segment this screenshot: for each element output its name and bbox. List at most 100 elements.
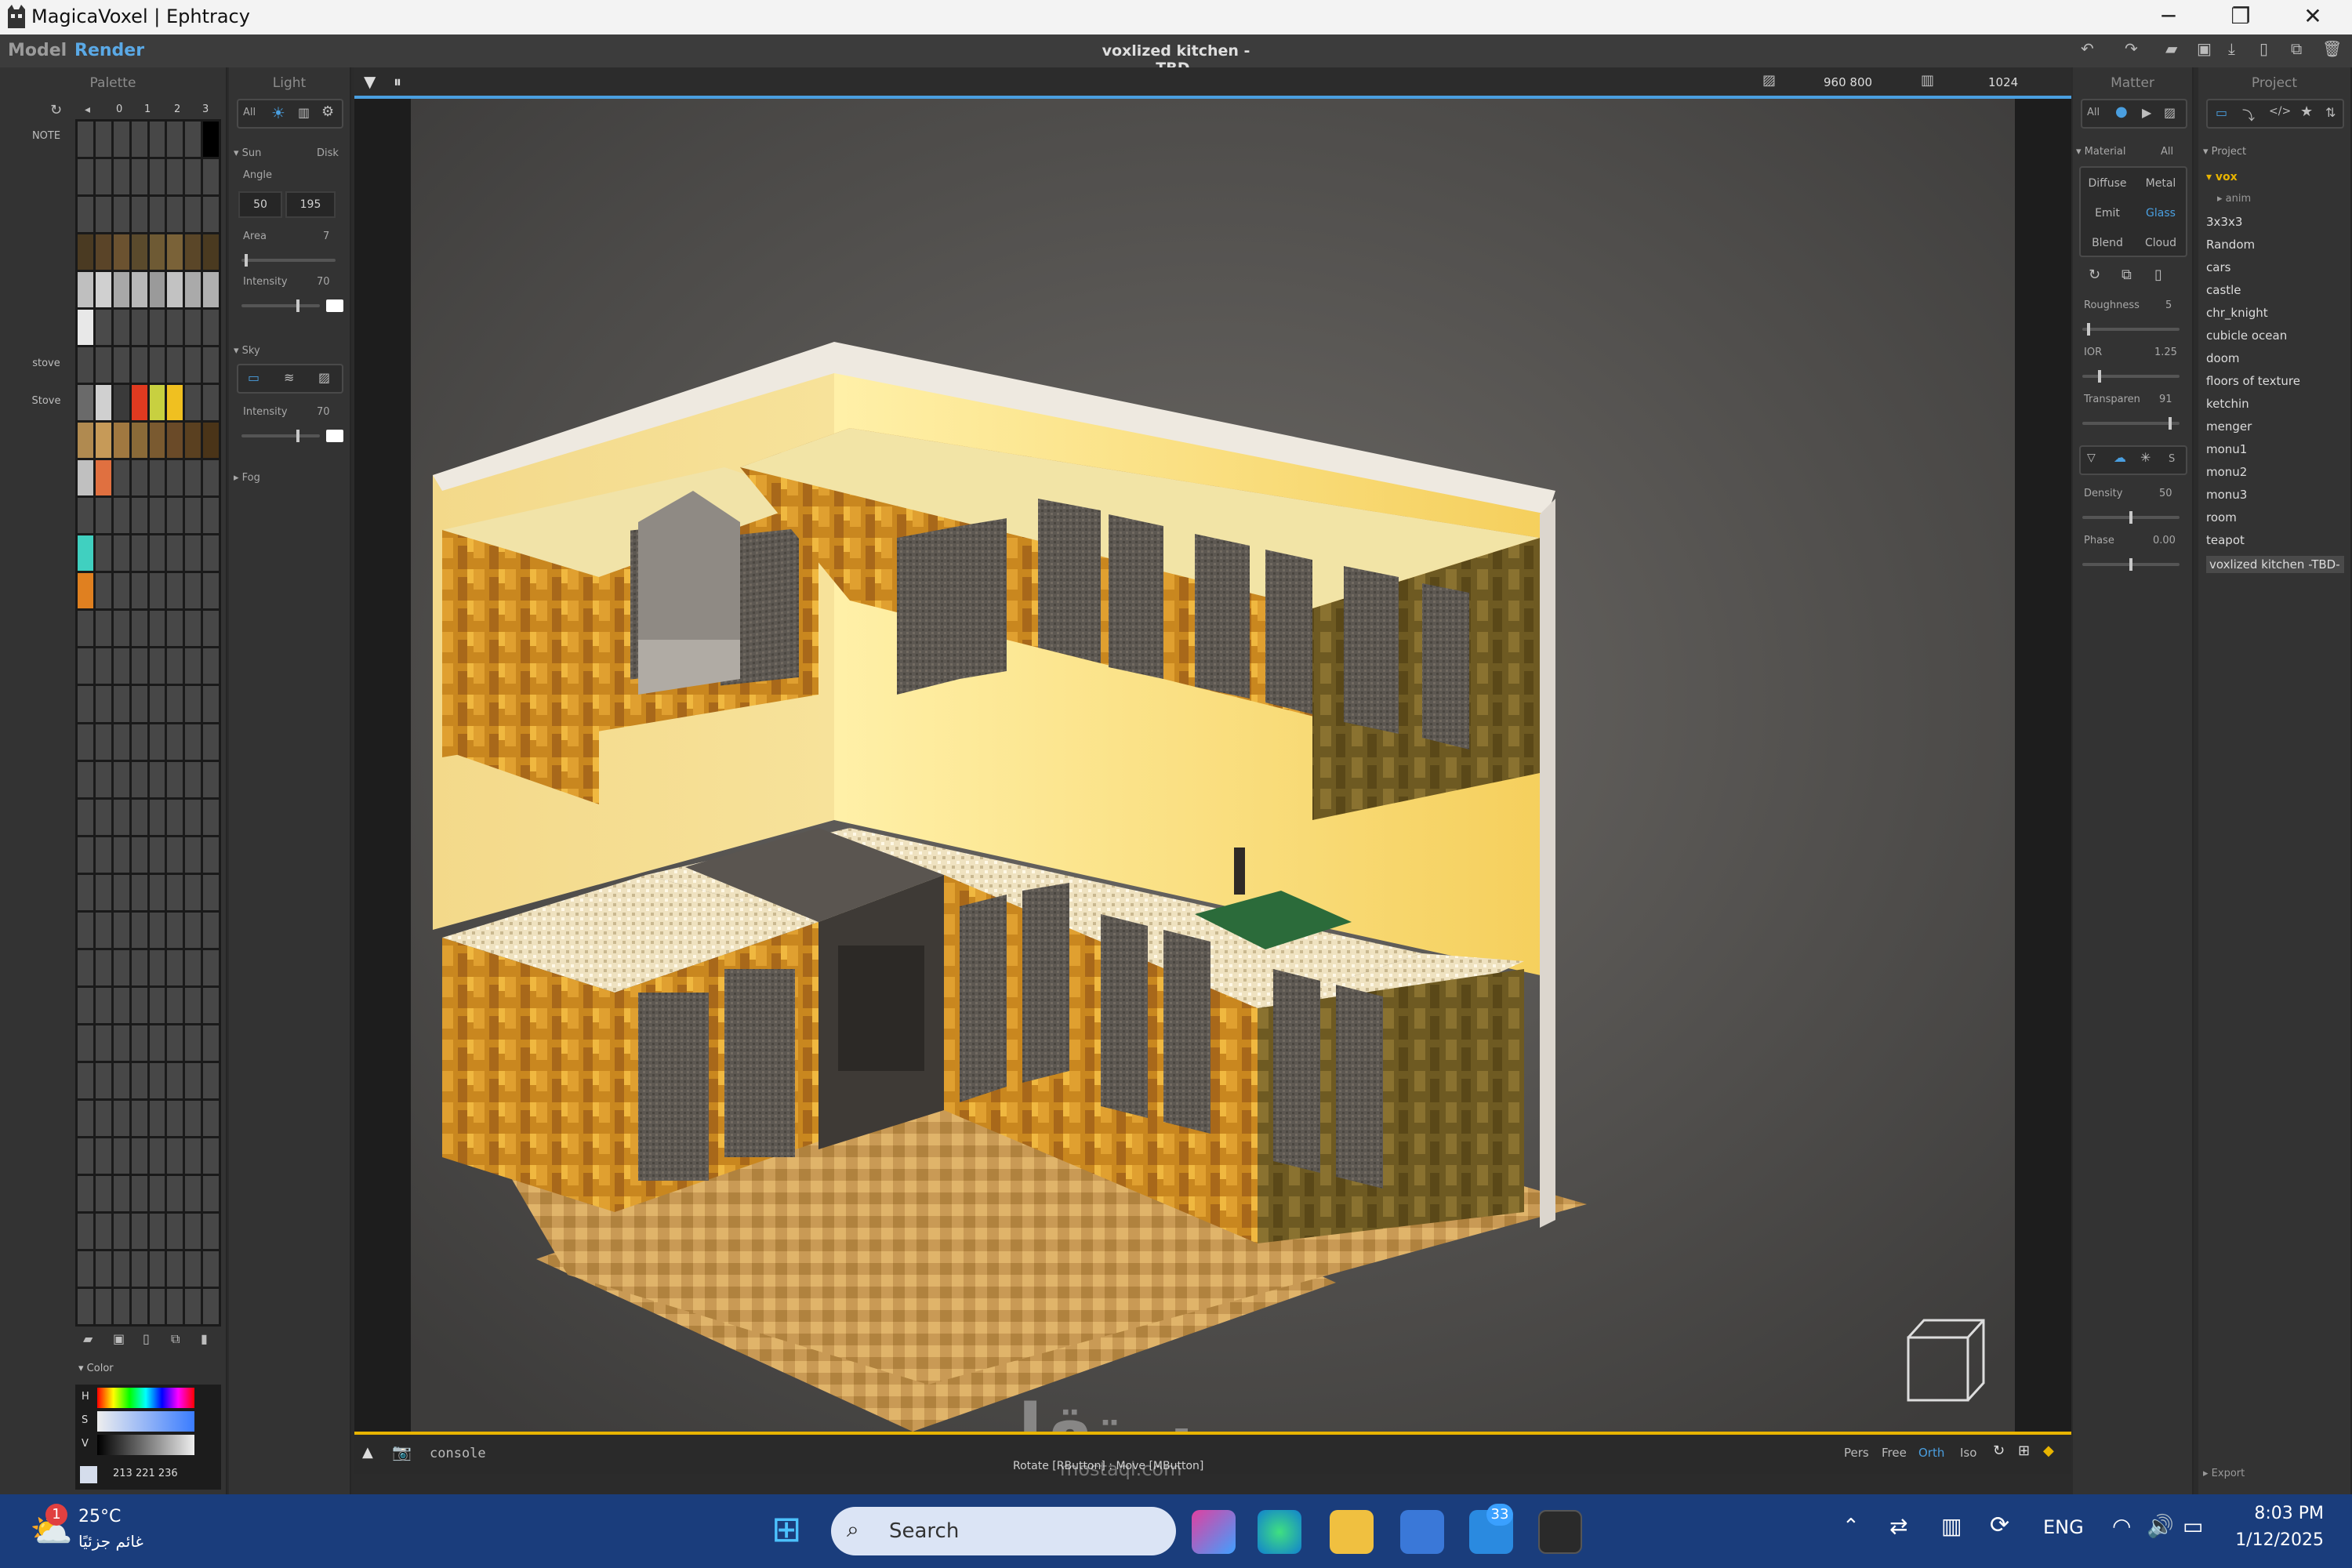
- samples-histogram-icon[interactable]: ▥: [1921, 72, 1934, 89]
- project-file-item[interactable]: monu3: [2206, 488, 2247, 502]
- palette-color-cell[interactable]: [185, 498, 201, 534]
- palette-color-cell[interactable]: [149, 573, 165, 609]
- palette-color-cell[interactable]: [203, 1062, 219, 1098]
- palette-color-cell[interactable]: [149, 122, 165, 158]
- palette-color-cell[interactable]: [203, 1288, 219, 1324]
- material-metal[interactable]: Metal: [2136, 177, 2186, 190]
- hue-slider[interactable]: [97, 1388, 194, 1408]
- density-slider[interactable]: [2082, 511, 2180, 524]
- render-mode-tab[interactable]: Render: [74, 41, 144, 60]
- palette-color-cell[interactable]: [149, 1138, 165, 1174]
- material-all[interactable]: All: [2161, 146, 2173, 158]
- palette-color-cell[interactable]: [149, 1175, 165, 1211]
- palette-color-cell[interactable]: [149, 761, 165, 797]
- palette-color-cell[interactable]: [95, 1025, 111, 1061]
- palette-color-cell[interactable]: [185, 837, 201, 873]
- palette-color-cell[interactable]: [167, 460, 183, 496]
- file-explorer-icon[interactable]: [1330, 1510, 1374, 1554]
- palette-color-cell[interactable]: [131, 197, 147, 233]
- palette-color-cell[interactable]: [78, 272, 93, 308]
- palette-color-cell[interactable]: [185, 1250, 201, 1287]
- magicavoxel-taskbar-icon[interactable]: [1538, 1510, 1582, 1554]
- code-icon[interactable]: </>: [2269, 105, 2291, 118]
- project-file-item[interactable]: menger: [2206, 419, 2252, 434]
- palette-color-cell[interactable]: [167, 1175, 183, 1211]
- palette-color-grid[interactable]: [75, 119, 221, 1327]
- project-file-item[interactable]: doom: [2206, 351, 2240, 365]
- palette-color-cell[interactable]: [131, 1138, 147, 1174]
- palette-color-cell[interactable]: [149, 912, 165, 948]
- palette-color-cell[interactable]: [78, 1175, 93, 1211]
- palette-color-cell[interactable]: [185, 197, 201, 233]
- palette-color-cell[interactable]: [131, 498, 147, 534]
- palette-color-cell[interactable]: [78, 761, 93, 797]
- palette-color-cell[interactable]: [78, 648, 93, 684]
- palette-color-cell[interactable]: [167, 686, 183, 722]
- palette-color-cell[interactable]: [203, 573, 219, 609]
- palette-color-cell[interactable]: [131, 1288, 147, 1324]
- palette-color-cell[interactable]: [78, 949, 93, 985]
- palette-color-cell[interactable]: [113, 799, 129, 835]
- palette-color-cell[interactable]: [203, 912, 219, 948]
- palette-color-cell[interactable]: [78, 799, 93, 835]
- tray-settings-icon[interactable]: ⇄: [1889, 1513, 1907, 1539]
- gear-icon[interactable]: ⚙: [321, 103, 334, 120]
- palette-color-cell[interactable]: [78, 1062, 93, 1098]
- camera-free[interactable]: Free: [1882, 1446, 1907, 1460]
- palette-color-cell[interactable]: [149, 197, 165, 233]
- project-section[interactable]: ▾ Project: [2203, 146, 2246, 158]
- palette-color-cell[interactable]: [203, 272, 219, 308]
- intensity-value[interactable]: 70: [317, 276, 330, 288]
- wifi-icon[interactable]: ◠: [2112, 1513, 2131, 1539]
- palette-color-cell[interactable]: [95, 573, 111, 609]
- copy-file-icon[interactable]: ⧉: [2291, 39, 2302, 58]
- palette-color-cell[interactable]: [113, 460, 129, 496]
- clock-time[interactable]: 8:03 PM: [2233, 1504, 2324, 1523]
- palette-col-2[interactable]: 2: [174, 103, 180, 115]
- palette-color-cell[interactable]: [78, 535, 93, 572]
- folder-icon[interactable]: ▭: [2216, 105, 2227, 120]
- battery-icon[interactable]: ▭: [2183, 1513, 2203, 1539]
- palette-color-cell[interactable]: [78, 573, 93, 609]
- palette-color-cell[interactable]: [95, 159, 111, 195]
- palette-color-cell[interactable]: [203, 837, 219, 873]
- palette-color-cell[interactable]: [131, 159, 147, 195]
- palette-color-cell[interactable]: [167, 159, 183, 195]
- video-icon[interactable]: ▶: [2142, 105, 2151, 120]
- language-indicator[interactable]: ENG: [2043, 1516, 2084, 1538]
- palette-color-cell[interactable]: [185, 1213, 201, 1249]
- palette-color-cell[interactable]: [185, 1288, 201, 1324]
- palette-color-cell[interactable]: [167, 310, 183, 346]
- palette-color-cell[interactable]: [113, 272, 129, 308]
- weather-temp[interactable]: 25°C: [78, 1507, 121, 1526]
- palette-color-cell[interactable]: [113, 159, 129, 195]
- palette-color-cell[interactable]: [131, 423, 147, 459]
- intensity-slider[interactable]: [241, 299, 320, 312]
- palette-delete-icon[interactable]: ▮: [201, 1331, 208, 1346]
- sample-count[interactable]: 1024: [1988, 75, 2018, 89]
- project-file-item[interactable]: cars: [2206, 260, 2230, 274]
- palette-color-cell[interactable]: [185, 460, 201, 496]
- palette-color-cell[interactable]: [78, 686, 93, 722]
- palette-col-1[interactable]: 1: [144, 103, 151, 115]
- palette-color-cell[interactable]: [149, 987, 165, 1023]
- disk-toggle[interactable]: Disk: [317, 147, 339, 159]
- palette-color-cell[interactable]: [78, 1288, 93, 1324]
- palette-color-cell[interactable]: [95, 197, 111, 233]
- palette-color-cell[interactable]: [149, 1213, 165, 1249]
- project-file-item[interactable]: monu1: [2206, 442, 2247, 456]
- palette-color-cell[interactable]: [78, 912, 93, 948]
- palette-color-cell[interactable]: [95, 1062, 111, 1098]
- palette-color-cell[interactable]: [113, 1100, 129, 1136]
- palette-color-cell[interactable]: [185, 686, 201, 722]
- palette-open-icon[interactable]: ▰: [83, 1331, 93, 1346]
- sparkle-icon[interactable]: ✳: [2140, 450, 2151, 465]
- palette-color-cell[interactable]: [203, 1100, 219, 1136]
- cube-icon[interactable]: ◆: [2043, 1443, 2054, 1459]
- palette-color-cell[interactable]: [95, 423, 111, 459]
- palette-color-cell[interactable]: [113, 423, 129, 459]
- vox-folder[interactable]: ▾ vox: [2206, 171, 2238, 183]
- palette-color-cell[interactable]: [95, 611, 111, 647]
- palette-color-cell[interactable]: [185, 1025, 201, 1061]
- palette-color-cell[interactable]: [78, 1250, 93, 1287]
